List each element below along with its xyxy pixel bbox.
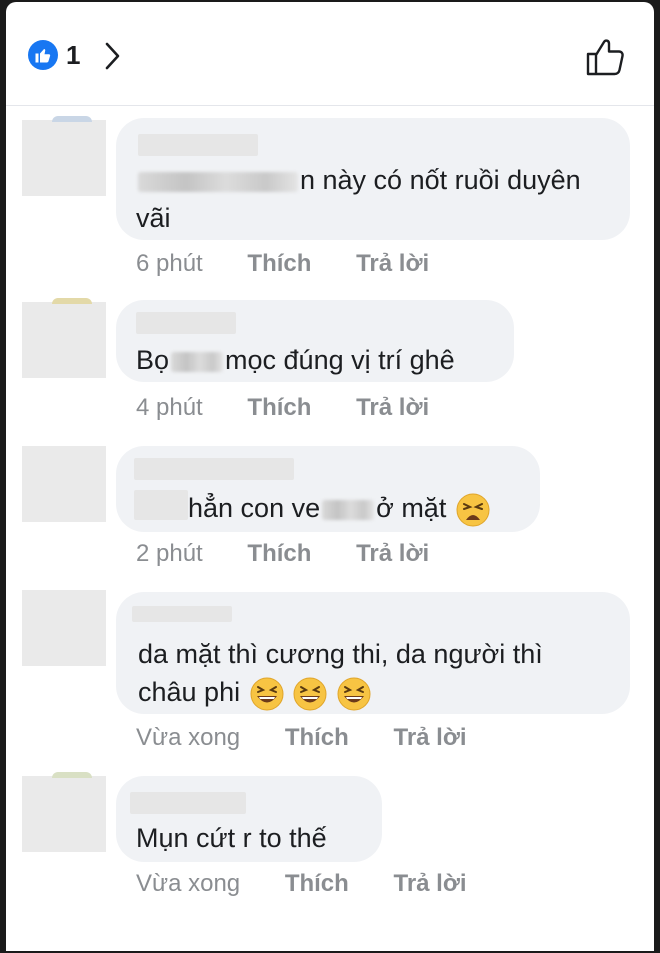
reaction-count[interactable]: 1 xyxy=(66,40,80,71)
reply-button[interactable]: Trả lời xyxy=(393,724,466,752)
author-name-redacted[interactable] xyxy=(134,458,294,480)
chevron-right-icon[interactable] xyxy=(100,40,124,72)
like-button[interactable]: Thích xyxy=(285,870,349,898)
like-button[interactable]: Thích xyxy=(285,724,349,752)
author-name-redacted[interactable] xyxy=(138,134,258,156)
comment-item: Mụn cứt r to thế Vừa xong Thích Trả lời xyxy=(6,772,654,922)
comment-time: Vừa xong xyxy=(136,870,241,897)
author-name-redacted[interactable] xyxy=(130,792,246,814)
comment-time: Vừa xong xyxy=(136,724,241,751)
comment-bubble[interactable]: da mặt thì cương thi, da người thì châu … xyxy=(116,592,630,714)
redacted-text xyxy=(171,351,224,372)
comment-time: 6 phút xyxy=(136,250,203,277)
comment-actions: 6 phút Thích Trả lời xyxy=(136,250,429,278)
comment-text: n này có nốt ruồi duyên xyxy=(136,162,581,198)
comments-screen: 1 n này có nốt ruồi duyên vãi 6 phút Thí… xyxy=(6,2,654,951)
reactions-header: 1 xyxy=(6,2,654,106)
comment-text-line2: vãi xyxy=(136,203,171,233)
comment-bubble[interactable]: Bọ mọc đúng vị trí ghê xyxy=(116,300,514,382)
comment-item: n này có nốt ruồi duyên vãi 6 phút Thích… xyxy=(6,114,654,284)
reply-button[interactable]: Trả lời xyxy=(393,870,466,898)
comment-actions: Vừa xong Thích Trả lời xyxy=(136,870,467,898)
author-name-redacted[interactable] xyxy=(136,312,236,334)
reply-button[interactable]: Trả lời xyxy=(356,540,429,568)
comment-time: 2 phút xyxy=(136,540,203,567)
avatar[interactable] xyxy=(22,772,106,852)
avatar[interactable] xyxy=(22,590,106,666)
like-button[interactable]: Thích xyxy=(247,540,311,568)
grinning-squinting-face-emoji xyxy=(250,677,284,711)
redacted-text xyxy=(134,490,188,520)
grinning-squinting-face-emoji xyxy=(337,677,371,711)
comment-bubble[interactable]: hẳn con ve ở mặt xyxy=(116,446,540,532)
comment-actions: 2 phút Thích Trả lời xyxy=(136,540,429,568)
comment-text-line2: châu phi xyxy=(138,674,371,711)
tired-face-emoji xyxy=(456,493,490,527)
reply-button[interactable]: Trả lời xyxy=(356,394,429,422)
like-button[interactable]: Thích xyxy=(247,250,311,278)
author-name-redacted[interactable] xyxy=(132,606,232,622)
comment-text: Bọ mọc đúng vị trí ghê xyxy=(136,345,455,375)
redacted-text xyxy=(322,499,375,520)
avatar[interactable] xyxy=(22,116,106,196)
grinning-squinting-face-emoji xyxy=(293,677,327,711)
like-outline-icon[interactable] xyxy=(584,36,626,78)
like-reaction-icon[interactable] xyxy=(28,40,58,70)
comment-text: hẳn con ve ở mặt xyxy=(188,490,490,527)
like-button[interactable]: Thích xyxy=(247,394,311,422)
comment-text: Mụn cứt r to thế xyxy=(136,823,327,853)
comment-actions: 4 phút Thích Trả lời xyxy=(136,394,429,422)
redacted-text xyxy=(138,171,298,192)
comment-actions: Vừa xong Thích Trả lời xyxy=(136,724,467,752)
comment-item: hẳn con ve ở mặt 2 phút Thích Trả lời xyxy=(6,442,654,582)
comment-time: 4 phút xyxy=(136,394,203,421)
avatar[interactable] xyxy=(22,446,106,522)
comment-bubble[interactable]: Mụn cứt r to thế xyxy=(116,776,382,862)
avatar[interactable] xyxy=(22,298,106,378)
comment-item: da mặt thì cương thi, da người thì châu … xyxy=(6,588,654,768)
comment-text: da mặt thì cương thi, da người thì xyxy=(138,639,543,669)
comment-bubble[interactable]: n này có nốt ruồi duyên vãi xyxy=(116,118,630,240)
reply-button[interactable]: Trả lời xyxy=(356,250,429,278)
comment-item: Bọ mọc đúng vị trí ghê 4 phút Thích Trả l… xyxy=(6,296,654,436)
